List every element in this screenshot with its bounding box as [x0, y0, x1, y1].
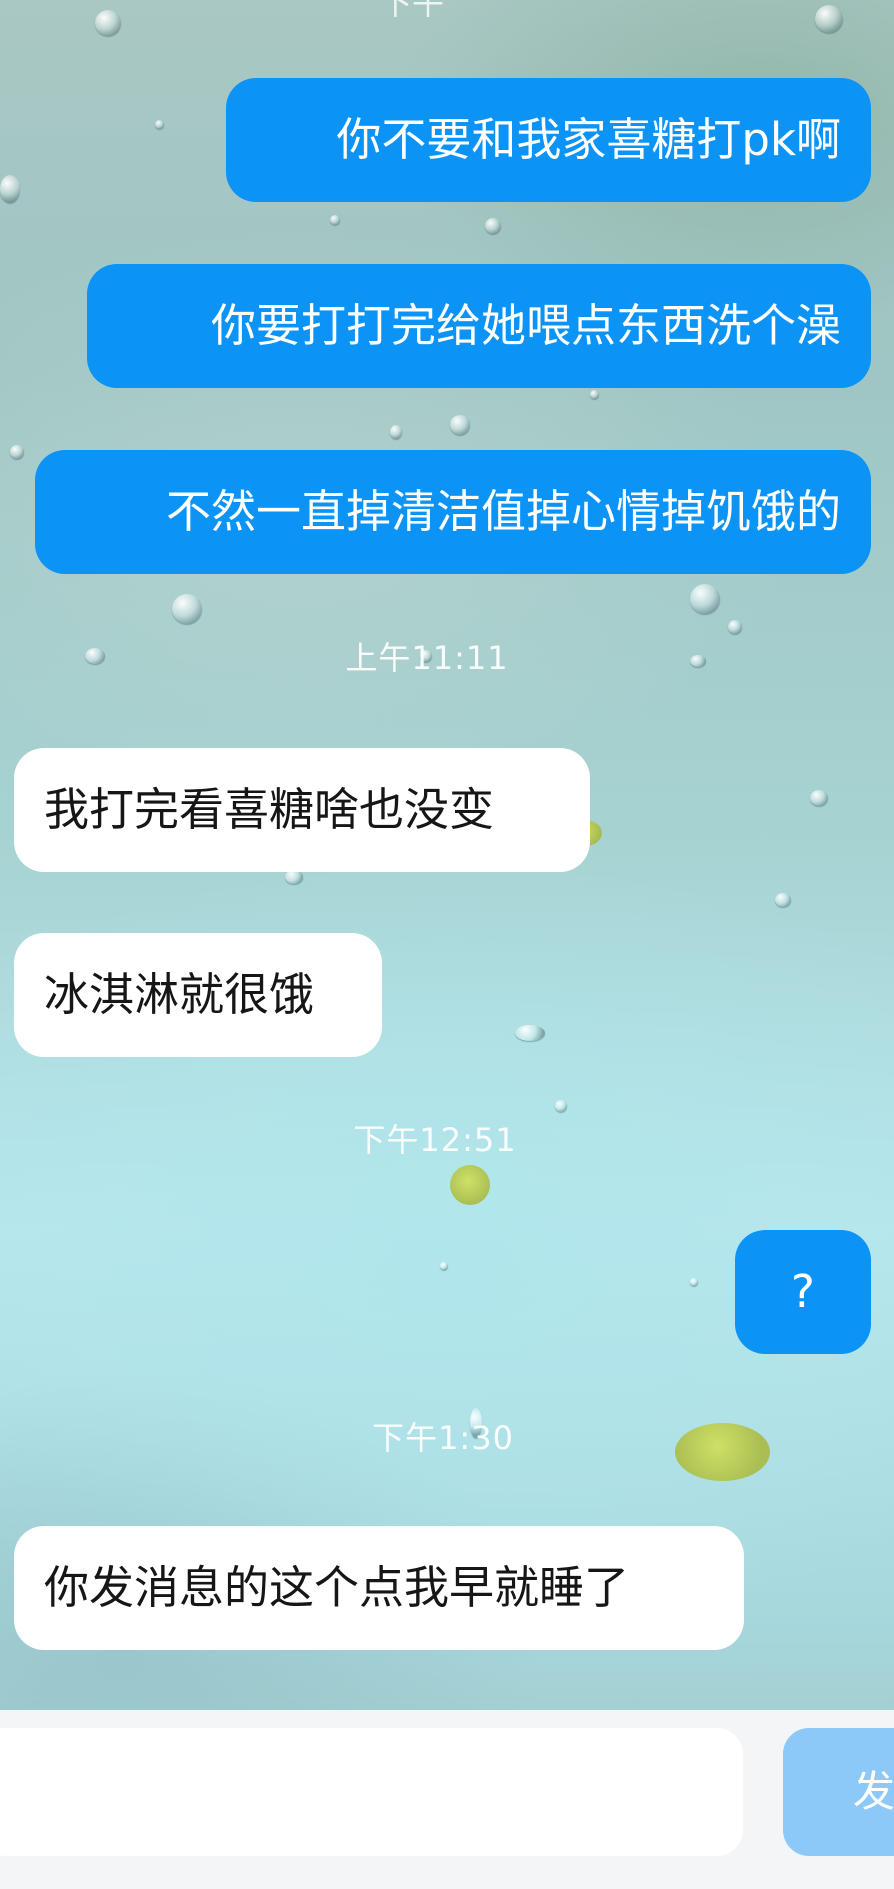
message-timestamp: 上午11:11: [345, 639, 509, 677]
message-timestamp: 下午12:51: [353, 1121, 517, 1159]
message-bubble-incoming[interactable]: 我打完看喜糖啥也没变: [14, 748, 590, 872]
message-bubble-incoming[interactable]: 你发消息的这个点我早就睡了: [14, 1526, 744, 1650]
message-timestamp: 下午1:30: [372, 1419, 514, 1457]
partial-timestamp: 下午: [380, 0, 445, 22]
message-bubble-outgoing[interactable]: 你要打打完给她喂点东西洗个澡: [87, 264, 871, 388]
message-input[interactable]: [0, 1728, 743, 1856]
message-bubble-outgoing[interactable]: ?: [735, 1230, 871, 1354]
message-bubble-outgoing[interactable]: 不然一直掉清洁值掉心情掉饥饿的: [35, 450, 871, 574]
message-bubble-incoming[interactable]: 冰淇淋就很饿: [14, 933, 382, 1057]
message-bubble-outgoing[interactable]: 你不要和我家喜糖打pk啊: [226, 78, 871, 202]
chat-screen: 下午 你不要和我家喜糖打pk啊 你要打打完给她喂点东西洗个澡 不然一直掉清洁值掉…: [0, 0, 894, 1889]
send-button[interactable]: 发: [783, 1728, 894, 1856]
